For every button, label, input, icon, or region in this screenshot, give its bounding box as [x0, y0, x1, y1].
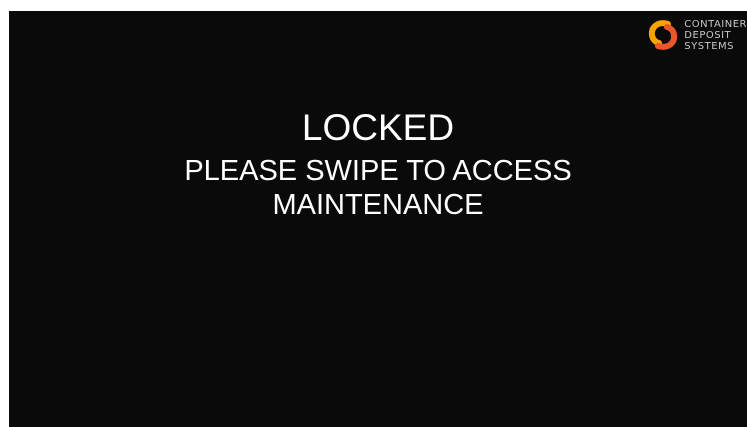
swipe-instruction: PLEASE SWIPE TO ACCESS MAINTENANCE — [9, 154, 747, 222]
lock-screen[interactable]: CONTAINER DEPOSIT SYSTEMS LOCKED PLEASE … — [9, 11, 747, 427]
locked-title: LOCKED — [301, 107, 455, 148]
brand-line-deposit: DEPOSIT — [684, 29, 732, 41]
brand-name: CONTAINER DEPOSIT SYSTEMS — [684, 19, 747, 52]
cds-swirl-logo-icon — [649, 20, 678, 50]
swipe-instruction-line-1: PLEASE SWIPE TO ACCESS — [184, 155, 572, 187]
brand-line-container: CONTAINER — [684, 18, 747, 30]
lock-message: LOCKED PLEASE SWIPE TO ACCESS MAINTENANC… — [9, 106, 747, 222]
brand-logo: CONTAINER DEPOSIT SYSTEMS — [648, 18, 747, 52]
swipe-instruction-line-2: MAINTENANCE — [272, 189, 484, 221]
brand-line-systems: SYSTEMS — [684, 40, 735, 52]
